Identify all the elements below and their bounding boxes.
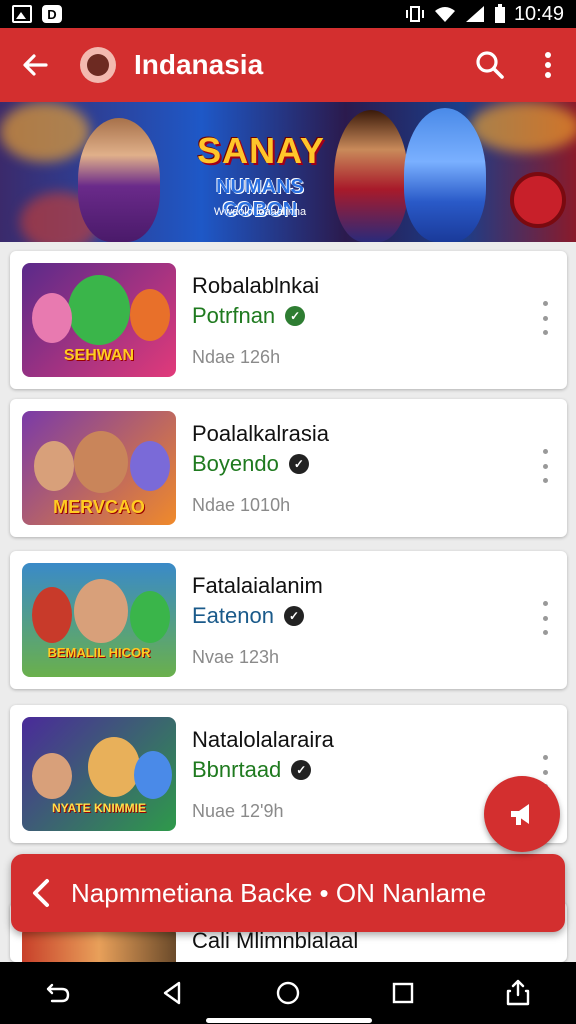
item-title: Robalablnkai bbox=[192, 273, 320, 298]
gallery-notification-icon bbox=[12, 5, 32, 23]
list-item[interactable]: NYATE KNIMMIE Natalolalaraira Bbnrtaad ✓… bbox=[10, 705, 567, 843]
game-thumbnail: NYATE KNIMMIE bbox=[22, 717, 176, 831]
status-bar: D 10:49 bbox=[0, 0, 576, 28]
nav-triangle-button[interactable] bbox=[148, 968, 198, 1018]
banner-character-right bbox=[404, 108, 486, 242]
check-circle-icon: ✓ bbox=[283, 606, 304, 626]
item-title: Poalalkalrasia bbox=[192, 421, 329, 446]
home-indicator bbox=[206, 1018, 372, 1023]
recents-square-icon bbox=[392, 982, 414, 1004]
chevron-left-icon bbox=[33, 879, 49, 907]
megaphone-icon bbox=[511, 804, 529, 825]
publisher-name: Bbnrtaad bbox=[192, 757, 282, 782]
item-title: Fatalaialanim bbox=[192, 573, 323, 598]
item-subtitle: Eatenon ✓ bbox=[192, 603, 304, 629]
banner-character-middle bbox=[334, 110, 408, 242]
app-title: Indanasia bbox=[134, 49, 264, 80]
app-logo bbox=[80, 47, 116, 83]
thumbnail-label: BEMALIL HICOR bbox=[47, 645, 151, 660]
item-title: Natalolalaraira bbox=[192, 727, 334, 752]
clock: 10:49 bbox=[513, 2, 564, 25]
signal-icon bbox=[465, 6, 484, 22]
game-thumbnail: BEMALIL HICOR bbox=[22, 563, 176, 677]
nav-share-button[interactable] bbox=[493, 968, 543, 1018]
more-options-button[interactable] bbox=[520, 28, 576, 102]
publisher-name: Potrfnan bbox=[192, 303, 276, 328]
list-item[interactable]: MERVCAO Poalalkalrasia Boyendo ✓ Ndae 10… bbox=[10, 399, 567, 537]
check-circle-icon: ✓ bbox=[285, 306, 306, 326]
thumbnail-label: SEHWAN bbox=[63, 347, 135, 364]
banner-title: SANAY bbox=[197, 130, 325, 171]
back-button[interactable] bbox=[0, 28, 70, 102]
arrow-back-icon bbox=[23, 54, 48, 76]
item-subtitle: Bbnrtaad ✓ bbox=[192, 757, 312, 783]
home-circle-icon bbox=[276, 981, 300, 1005]
list-item[interactable]: BEMALIL HICOR Fatalaialanim Eatenon ✓ Nv… bbox=[10, 551, 567, 689]
system-nav-bar bbox=[0, 962, 576, 1024]
banner-coin-icon bbox=[510, 172, 566, 228]
thumbnail-label: NYATE KNIMMIE bbox=[51, 801, 146, 815]
item-meta: Nvae 123h bbox=[192, 647, 280, 667]
nav-back-icon bbox=[46, 983, 69, 1003]
more-vert-icon bbox=[545, 52, 551, 78]
check-circle-icon: ✓ bbox=[291, 760, 312, 780]
item-overflow-menu[interactable] bbox=[537, 449, 553, 483]
item-meta: Ndae 126h bbox=[192, 347, 281, 367]
nav-recents-button[interactable] bbox=[378, 968, 428, 1018]
item-overflow-menu[interactable] bbox=[537, 301, 553, 335]
banner-tagline: Wwaolo loaaalinna bbox=[213, 206, 307, 218]
vibrate-icon bbox=[405, 6, 424, 22]
item-subtitle: Potrfnan ✓ bbox=[192, 303, 306, 329]
item-meta: Ndae 1010h bbox=[192, 495, 291, 515]
list-item[interactable]: SEHWAN Robalablnkai Potrfnan ✓ Ndae 126h bbox=[10, 251, 567, 389]
check-circle-icon: ✓ bbox=[288, 454, 309, 474]
item-subtitle: Boyendo ✓ bbox=[192, 451, 309, 477]
nav-home-button[interactable] bbox=[263, 968, 313, 1018]
snackbar-back-button[interactable] bbox=[11, 854, 71, 932]
app-bar: Indanasia bbox=[0, 28, 576, 102]
snackbar[interactable]: Napmmetiana Backe • ON Nanlame bbox=[11, 854, 565, 932]
publisher-name: Boyendo bbox=[192, 451, 279, 476]
thumbnail-label: MERVCAO bbox=[53, 497, 145, 517]
game-thumbnail: MERVCAO bbox=[22, 411, 176, 525]
publisher-name: Eatenon bbox=[192, 603, 274, 628]
wifi-icon bbox=[434, 7, 455, 22]
promo-banner[interactable]: SANAY NUMANS COBON Wwaolo loaaalinna bbox=[0, 102, 576, 242]
triangle-back-icon bbox=[163, 981, 180, 1005]
game-thumbnail: SEHWAN bbox=[22, 263, 176, 377]
nav-back-button[interactable] bbox=[33, 968, 83, 1018]
d-app-notification-icon: D bbox=[42, 5, 62, 23]
snackbar-text: Napmmetiana Backe • ON Nanlame bbox=[71, 877, 487, 908]
search-icon bbox=[476, 51, 504, 79]
search-button[interactable] bbox=[460, 28, 520, 102]
item-overflow-menu[interactable] bbox=[537, 601, 553, 635]
announce-fab[interactable] bbox=[484, 776, 560, 852]
banner-character-left bbox=[78, 118, 160, 242]
share-icon bbox=[507, 979, 530, 1006]
item-meta: Nuae 12'9h bbox=[192, 801, 284, 821]
battery-icon bbox=[494, 4, 505, 23]
